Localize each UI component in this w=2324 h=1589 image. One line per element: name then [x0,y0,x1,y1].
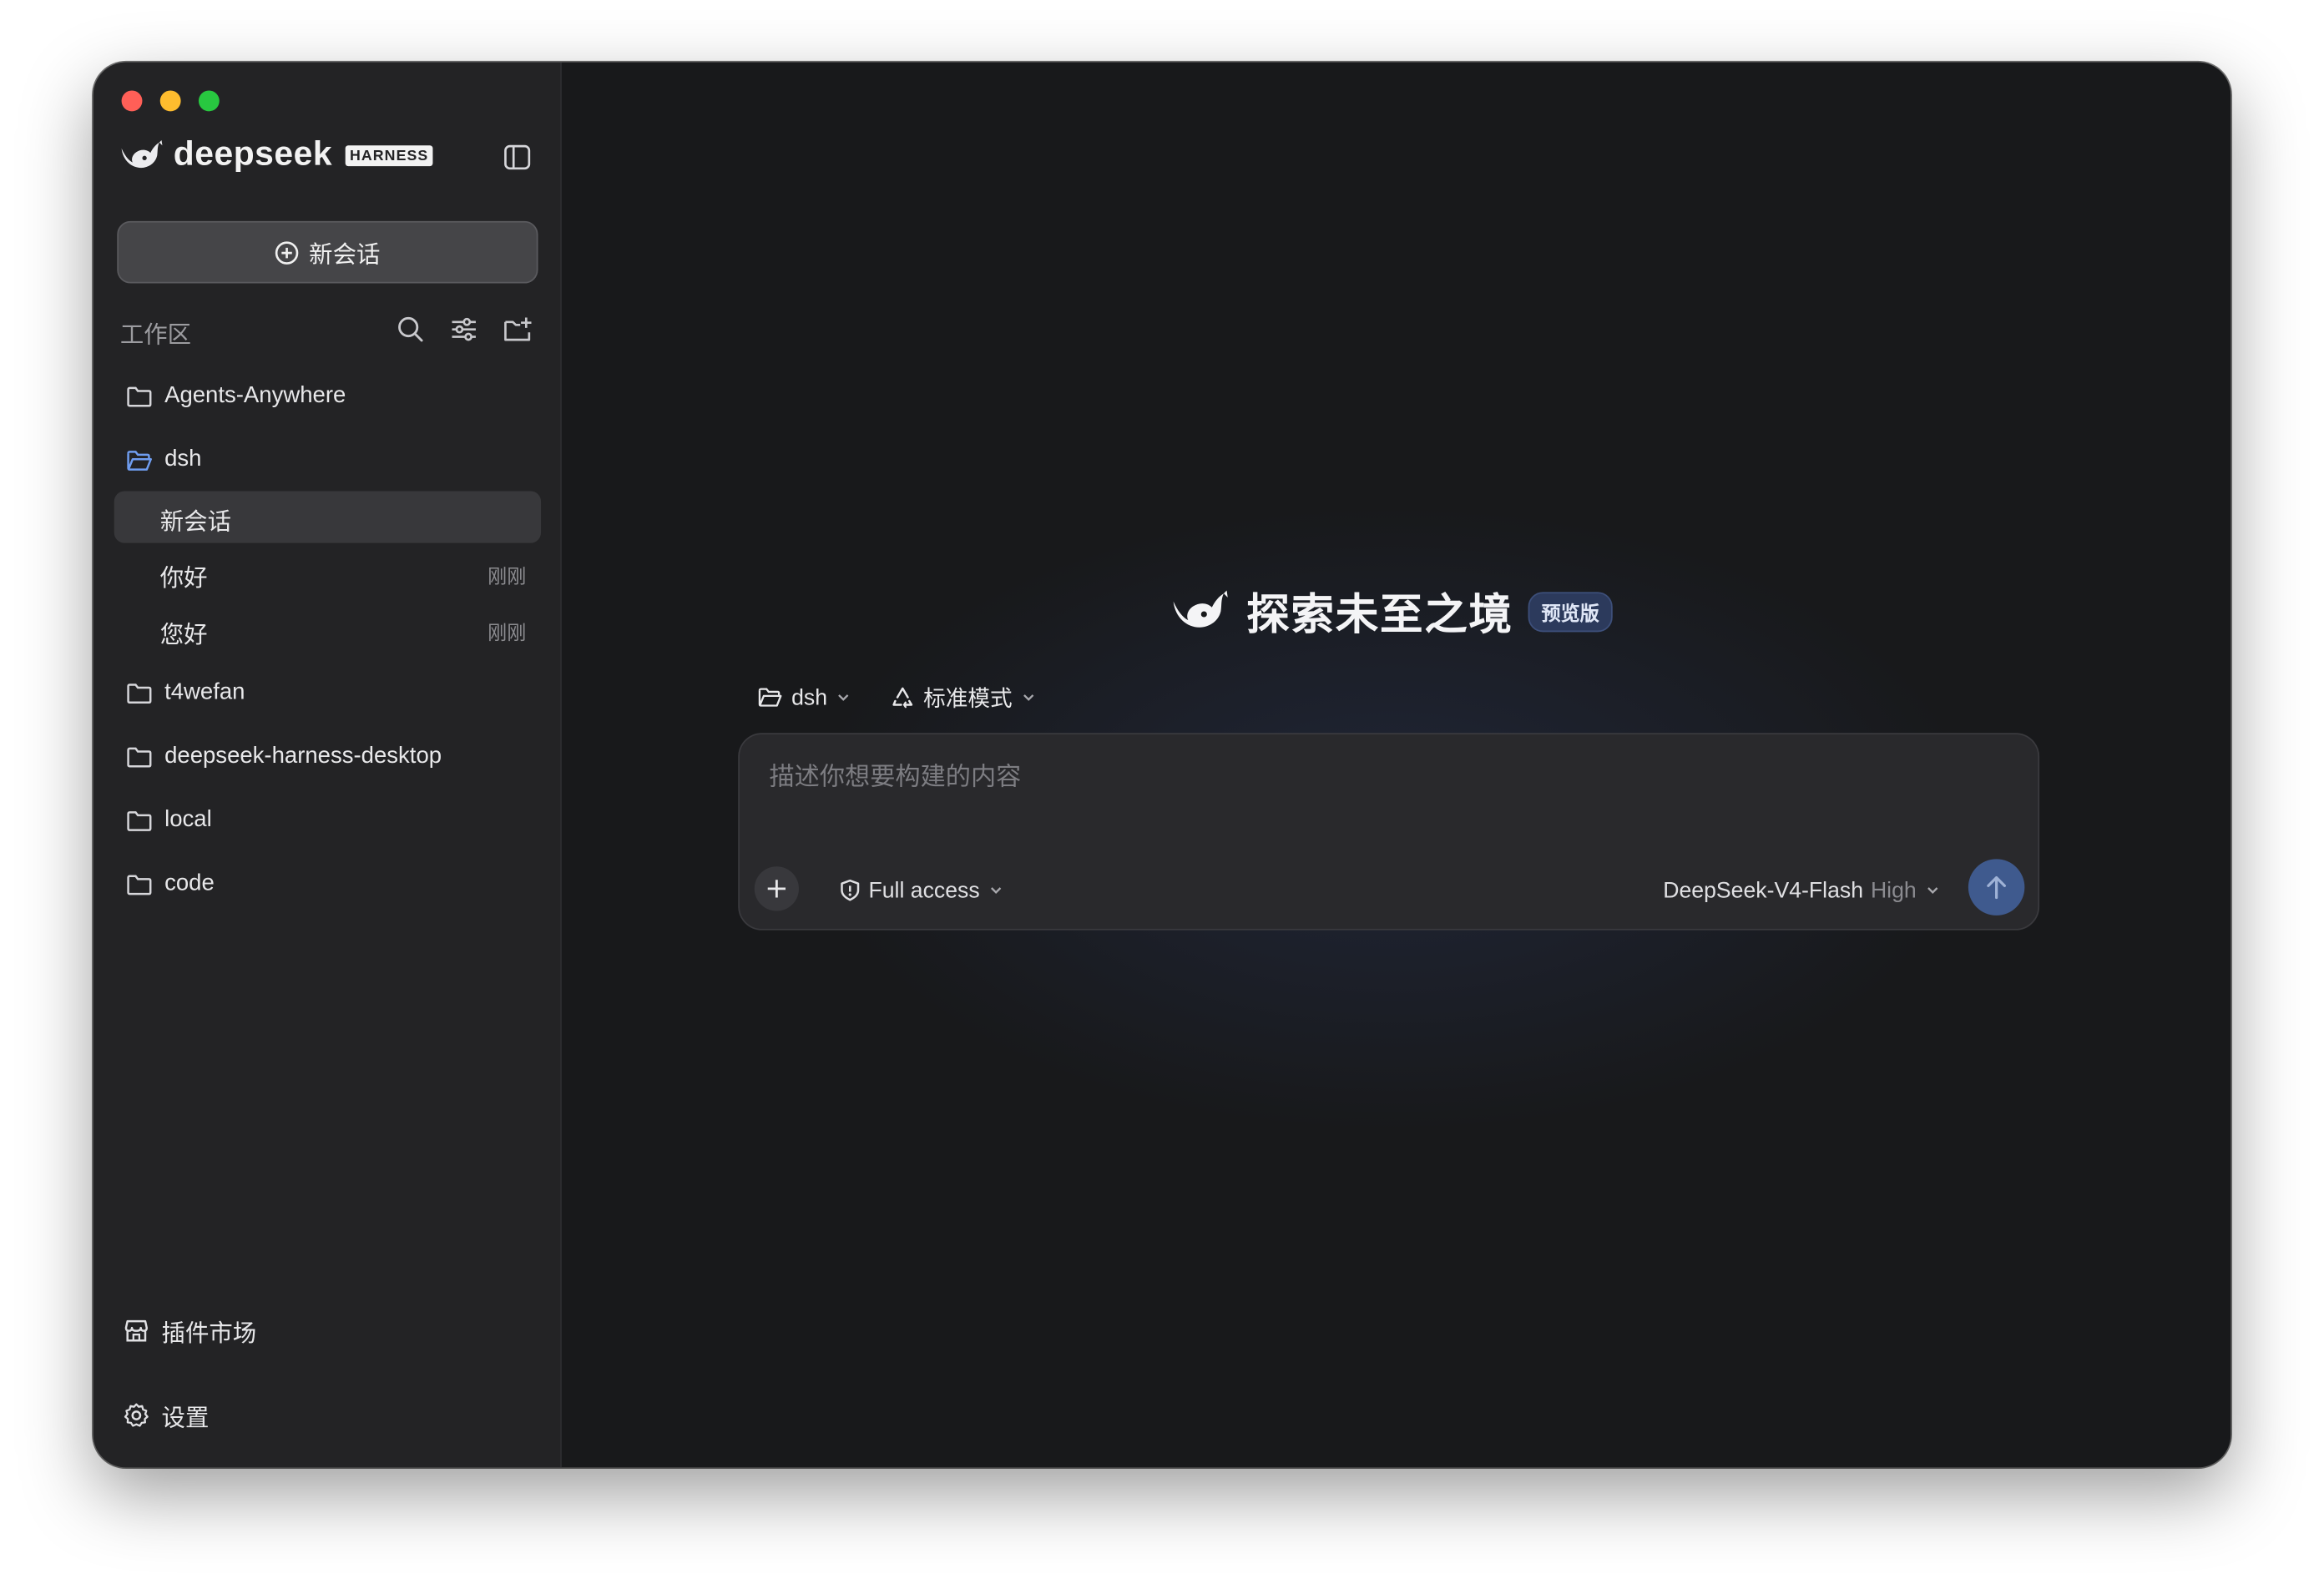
model-selector[interactable]: DeepSeek-V4-Flash High [1663,874,1940,906]
mode-selector[interactable]: 标准模式 [891,679,1036,715]
new-chat-label: 新会话 [309,243,381,269]
shield-icon [841,879,860,901]
composer: Full access DeepSeek-V4-Flash High [738,733,2040,931]
main-panel: 探索未至之境 预览版 dsh 标准模式 描述你想要构建的内容 Full acce… [561,62,2231,1468]
project-item-agents-anywhere[interactable]: Agents-Anywhere [126,378,346,414]
settings-button[interactable]: 设置 [123,1398,209,1434]
sidebar-toggle-icon[interactable] [503,143,533,173]
minimize-window-button[interactable] [159,90,181,112]
chat-timestamp: 刚刚 [488,565,527,588]
brand-name: deepseek [173,134,333,173]
store-icon [124,1319,149,1342]
hero-heading: 探索未至之境 预览版 [1170,580,1613,643]
arrow-up-icon [1987,875,2006,900]
chat-title: 您好 [159,623,208,648]
chevron-down-icon [991,887,1002,894]
project-name: local [164,807,212,833]
plus-circle-icon [275,240,300,265]
preview-badge: 预览版 [1528,591,1613,632]
close-window-button[interactable] [121,90,143,112]
search-icon[interactable] [396,315,426,345]
brand-badge: HARNESS [345,145,433,167]
recycle-icon [892,687,913,709]
chevron-down-icon [1927,887,1938,894]
whale-logo-icon [1173,590,1228,628]
project-item-deepseek-harness-desktop[interactable]: deepseek-harness-desktop [126,739,442,774]
project-name: code [164,870,215,896]
mode-selector-label: 标准模式 [923,686,1013,712]
settings-label: 设置 [161,1406,210,1432]
folder-open-icon [758,688,782,707]
whale-logo-icon [121,140,163,169]
chat-item-ninhao[interactable]: 您好 刚刚 [114,604,541,656]
plus-icon [767,880,786,898]
folder-selector-label: dsh [791,684,828,710]
project-name: t4wefan [164,679,245,705]
access-level-selector[interactable]: Full access [839,874,1003,906]
app-window: deepseek HARNESS 新会话 工作区 Agents-Anywhere… [93,62,2231,1468]
gear-icon [124,1403,149,1427]
new-folder-icon[interactable] [503,315,533,345]
project-item-local[interactable]: local [126,803,212,839]
folder-open-icon [127,450,152,471]
hero-title: 探索未至之境 [1246,592,1513,640]
chat-item-nihao[interactable]: 你好 刚刚 [114,547,541,599]
project-name: Agents-Anywhere [164,382,346,408]
folder-icon [127,683,152,704]
folder-icon [127,746,152,767]
send-button[interactable] [1968,859,2025,916]
zoom-window-button[interactable] [198,90,220,112]
chat-title: 新会话 [159,510,232,536]
prompt-input[interactable] [765,761,1988,794]
screen: deepseek HARNESS 新会话 工作区 Agents-Anywhere… [0,0,2324,1589]
add-attachment-button[interactable] [754,866,799,911]
chevron-down-icon [838,694,849,701]
sidebar: deepseek HARNESS 新会话 工作区 Agents-Anywhere… [93,62,562,1468]
folder-icon [127,810,152,831]
model-name: DeepSeek-V4-Flash [1663,877,1864,903]
folder-selector[interactable]: dsh [757,679,851,715]
project-item-t4wefan[interactable]: t4wefan [126,675,245,711]
chat-title: 你好 [159,567,208,593]
access-level-label: Full access [868,877,980,903]
new-chat-button[interactable]: 新会话 [117,220,538,284]
chat-timestamp: 刚刚 [488,621,527,644]
project-name: dsh [164,446,202,472]
project-item-dsh[interactable]: dsh [126,442,202,478]
workspace-label: 工作区 [119,323,192,349]
project-name: deepseek-harness-desktop [164,743,442,769]
model-effort: High [1870,877,1917,903]
folder-icon [127,874,152,895]
filter-sliders-icon[interactable] [449,315,479,345]
folder-icon [127,386,152,406]
plugin-market-label: 插件市场 [161,1322,257,1348]
project-item-code[interactable]: code [126,866,215,902]
chat-item-new[interactable]: 新会话 [114,491,542,543]
plugin-market-button[interactable]: 插件市场 [123,1313,256,1349]
chevron-down-icon [1023,694,1034,701]
